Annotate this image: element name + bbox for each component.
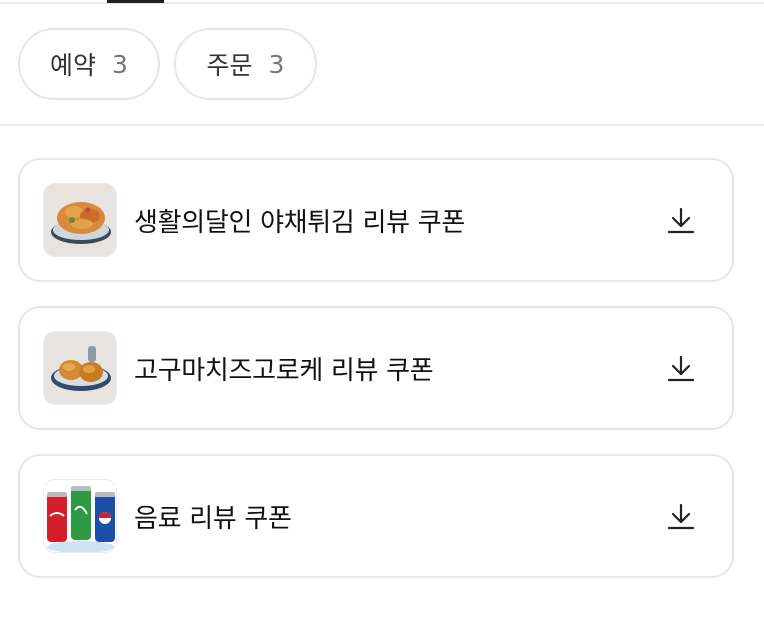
filter-chip-order[interactable]: 주문 3: [174, 28, 317, 100]
filter-chip-count: 3: [112, 49, 128, 79]
coupon-card[interactable]: 생활의달인 야채튀김 리뷰 쿠폰: [18, 158, 734, 282]
section-divider: [0, 124, 764, 126]
coupon-title: 고구마치즈고로케 리뷰 쿠폰: [134, 355, 434, 386]
download-button[interactable]: [664, 499, 698, 533]
download-button[interactable]: [664, 351, 698, 385]
coupon-title: 생활의달인 야채튀김 리뷰 쿠폰: [134, 207, 465, 238]
coupon-card[interactable]: 고구마치즈고로케 리뷰 쿠폰: [18, 306, 734, 430]
download-icon: [667, 355, 695, 382]
filter-chip-reservation[interactable]: 예약 3: [18, 28, 160, 100]
sweet-potato-croquette-image: [43, 331, 117, 405]
coupon-title: 음료 리뷰 쿠폰: [134, 503, 292, 534]
filter-chip-count: 3: [268, 49, 285, 79]
download-button[interactable]: [664, 203, 698, 237]
vegetable-tempura-image: [43, 183, 117, 257]
coupon-list: 생활의달인 야채튀김 리뷰 쿠폰 고구마치즈고로케 리뷰 쿠폰 음료 리뷰 쿠폰: [18, 158, 734, 602]
active-tab-indicator: [107, 0, 164, 3]
download-icon: [667, 207, 695, 234]
soda-cans-image: [43, 479, 117, 553]
filter-chips: 예약 3 주문 3: [18, 28, 317, 100]
coupon-card[interactable]: 음료 리뷰 쿠폰: [18, 454, 734, 578]
filter-chip-label: 예약: [50, 51, 97, 80]
filter-chip-label: 주문: [206, 51, 253, 80]
download-icon: [667, 503, 695, 530]
